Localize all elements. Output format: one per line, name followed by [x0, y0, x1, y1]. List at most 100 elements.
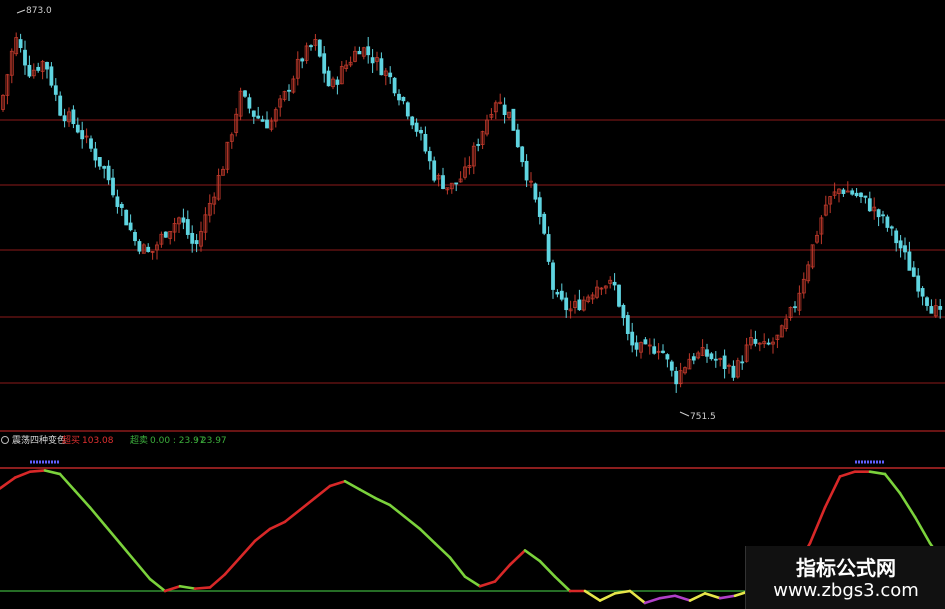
- oscillator-segment: [433, 541, 452, 559]
- candle-body: [520, 146, 525, 163]
- oscillator-segment: [868, 470, 887, 476]
- oscillator-segment: [913, 515, 932, 545]
- candle-body: [181, 217, 186, 223]
- candle-body: [75, 124, 80, 133]
- candle-body: [62, 115, 67, 122]
- candle-body: [938, 306, 943, 310]
- candle-body: [661, 350, 665, 354]
- low-marker-line: [679, 411, 690, 417]
- candle-body: [652, 346, 657, 354]
- candle-body: [476, 144, 481, 146]
- high-price-label: 873.0: [26, 6, 52, 16]
- overbought-value: 103.08: [82, 436, 114, 446]
- oscillator-segment: [838, 470, 857, 478]
- oscillator-segment: [88, 506, 107, 527]
- candle-body: [53, 85, 58, 95]
- low-price-label: 751.5: [690, 412, 716, 422]
- candle-body: [617, 284, 621, 307]
- candle-body: [850, 190, 855, 195]
- candle-body: [889, 226, 894, 229]
- candle-body: [454, 182, 459, 185]
- candle-body: [93, 148, 98, 161]
- candle-body: [137, 241, 142, 252]
- candle-body: [894, 230, 899, 244]
- candle-body: [577, 299, 582, 311]
- candle-body: [265, 119, 269, 129]
- candle-body: [45, 61, 49, 70]
- watermark-title: 指标公式网: [796, 556, 896, 580]
- oscillator-segment: [703, 592, 722, 600]
- candle-body: [106, 165, 111, 181]
- candle-body: [27, 64, 32, 77]
- candle-body: [753, 338, 758, 344]
- candle-body: [317, 39, 322, 57]
- candle-body: [185, 219, 190, 235]
- candle-body: [414, 122, 419, 132]
- chart-canvas: 873.0 751.5 震荡四种变色 超买 103.08 超卖 0.00 : 2…: [0, 6, 945, 605]
- oscillator-segment: [223, 556, 242, 576]
- indicator-header: 震荡四种变色 超买 103.08 超卖 0.00 : 23.97 : 23.97: [1, 434, 227, 446]
- oscillator-segment: [133, 559, 152, 581]
- oscillator-segment: [358, 488, 377, 500]
- candle-body: [309, 45, 313, 48]
- candle-body: [793, 306, 797, 309]
- oscillator-segment: [343, 479, 362, 491]
- candle-body: [388, 72, 393, 78]
- price-grid: [0, 119, 945, 432]
- candle-body: [370, 57, 375, 64]
- oscillator-segment: [688, 592, 707, 602]
- candle-body: [49, 66, 54, 86]
- candle-body: [515, 129, 520, 148]
- oscillator-segment: [253, 527, 272, 543]
- candle-body: [335, 79, 340, 85]
- candle-body: [867, 198, 872, 212]
- candle-body: [419, 129, 423, 134]
- candle-body: [876, 209, 881, 218]
- candle-body: [128, 222, 133, 231]
- candle-body: [885, 216, 890, 228]
- oscillator-segment: [628, 589, 647, 605]
- candle-body: [929, 306, 934, 314]
- candle-body: [146, 246, 151, 252]
- candle-body: [124, 209, 129, 226]
- oscillator-segment: [478, 580, 497, 588]
- overbought-label: 超买: [62, 434, 80, 446]
- candle-body: [115, 196, 120, 207]
- candle-body: [133, 232, 137, 242]
- candle-body: [691, 356, 696, 361]
- candle-body: [401, 96, 406, 102]
- candle-body: [625, 315, 630, 335]
- candle-body: [537, 197, 542, 217]
- oscillator-segment: [553, 575, 572, 593]
- candle-body: [551, 262, 555, 290]
- oscillator-segment: [448, 556, 467, 578]
- candle-body: [916, 275, 921, 292]
- candle-body: [630, 331, 635, 346]
- oscillator-segment: [268, 520, 287, 531]
- candle-body: [713, 358, 718, 361]
- candle-body: [612, 281, 617, 286]
- candle-body: [89, 138, 93, 149]
- candle-body: [379, 58, 384, 76]
- indicator-settings-icon[interactable]: [1, 436, 9, 444]
- oscillator-segment: [883, 472, 902, 495]
- candle-body: [705, 349, 709, 357]
- oscillator-segment: [463, 575, 482, 588]
- oscillator-segment: [283, 508, 302, 524]
- oscillator-segment: [508, 549, 527, 567]
- candle-body: [555, 291, 560, 295]
- oscillator-segment: [148, 577, 167, 593]
- watermark-url: www.zbgs3.com: [773, 580, 919, 601]
- oscillator-segment: [808, 506, 827, 545]
- candle-body: [925, 297, 929, 306]
- oversold-label: 超卖: [130, 434, 148, 446]
- oscillator-segment: [388, 503, 407, 519]
- candle-body: [300, 58, 305, 62]
- watermark-banner: 指标公式网 www.zbgs3.com: [745, 546, 945, 609]
- candle-body: [841, 189, 846, 194]
- candle-body: [432, 160, 437, 181]
- candle-body: [863, 195, 868, 198]
- candle-body: [621, 304, 626, 319]
- candle-body: [740, 361, 745, 364]
- candle-body: [524, 160, 529, 181]
